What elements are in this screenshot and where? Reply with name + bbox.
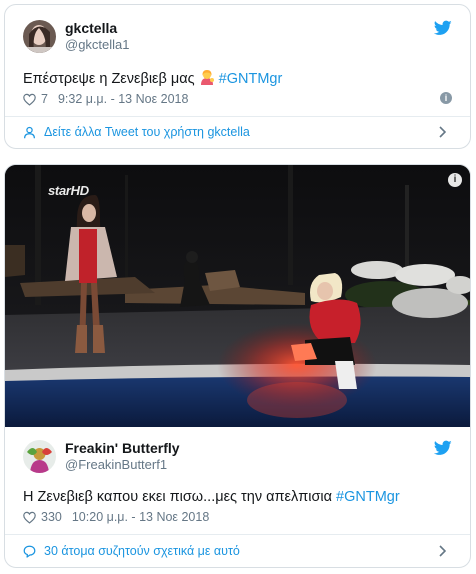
like-count[interactable]: 330: [41, 510, 62, 524]
chevron-right-icon: [439, 545, 446, 557]
avatar[interactable]: [23, 440, 56, 473]
hashtag-link[interactable]: #GNTMgr: [336, 489, 400, 505]
like-count[interactable]: 7: [41, 92, 48, 106]
speech-bubble-icon: [23, 545, 36, 558]
conversation-label: 30 άτομα συζητούν σχετικά με αυτό: [44, 544, 240, 558]
tweet-text-body: Η Ζενεβιεβ καπου εκει πισω...μες την απε…: [23, 489, 337, 505]
night-pool-photo: [5, 165, 470, 427]
woman-tipping-hand-icon: [200, 70, 214, 85]
display-name[interactable]: gkctella: [65, 20, 130, 36]
divider: [5, 534, 470, 535]
media-info-icon[interactable]: i: [448, 173, 462, 187]
tweet-header: Freakin' Butterfly @FreakinButterf1: [23, 440, 452, 473]
heart-icon[interactable]: [23, 93, 36, 106]
tweet-text: Η Ζενεβιεβ καπου εκει πισω...μες την απε…: [23, 488, 452, 507]
tweet-media-image[interactable]: starHD i: [5, 165, 470, 427]
display-name[interactable]: Freakin' Butterfly: [65, 440, 180, 456]
twitter-bird-icon[interactable]: [434, 440, 452, 456]
embedded-tweet-1: gkctella @gkctella1 Επέστρεψε η Ζενεβιεβ…: [4, 4, 471, 149]
handle[interactable]: @FreakinButterf1: [65, 457, 180, 473]
embedded-tweet-2: starHD i Freakin' Butterfly @FreakinButt…: [4, 164, 471, 568]
tweet-meta: 330 10:20 μ.μ. - 13 Νοε 2018: [23, 509, 452, 525]
timestamp[interactable]: 10:20 μ.μ. - 13 Νοε 2018: [72, 510, 209, 524]
avatar[interactable]: [23, 20, 56, 53]
chevron-right-icon: [439, 126, 446, 138]
hashtag-link[interactable]: #GNTMgr: [219, 71, 283, 87]
user-icon: [24, 126, 35, 138]
tweet-meta: 7 9:32 μ.μ. - 13 Νοε 2018 i: [23, 91, 452, 107]
more-tweets-label: Δείτε άλλα Tweet του χρήστη gkctella: [44, 125, 250, 139]
channel-watermark: starHD: [48, 183, 89, 198]
tweet-header: gkctella @gkctella1: [23, 20, 452, 53]
conversation-link[interactable]: 30 άτομα συζητούν σχετικά με αυτό: [23, 542, 452, 560]
twitter-bird-icon[interactable]: [434, 20, 452, 36]
tweet-text-body: Επέστρεψε η Ζενεβιεβ μας: [23, 71, 199, 87]
tweet-text: Επέστρεψε η Ζενεβιεβ μας #GNTMgr: [23, 69, 452, 89]
info-icon[interactable]: i: [440, 92, 452, 104]
divider: [5, 116, 470, 117]
heart-icon[interactable]: [23, 511, 36, 524]
timestamp[interactable]: 9:32 μ.μ. - 13 Νοε 2018: [58, 92, 188, 106]
more-tweets-link[interactable]: Δείτε άλλα Tweet του χρήστη gkctella: [23, 123, 452, 141]
handle[interactable]: @gkctella1: [65, 37, 130, 53]
